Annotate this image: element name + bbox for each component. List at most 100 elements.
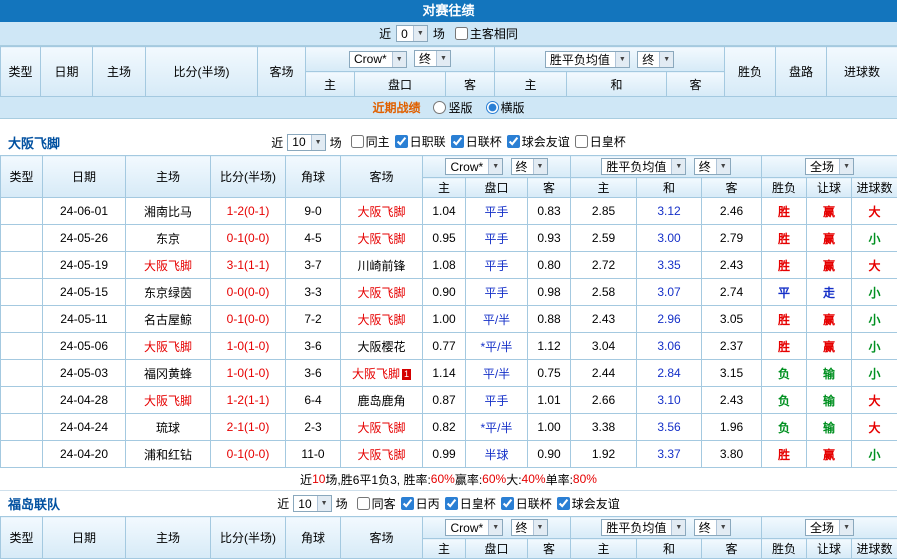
handicap-away-odds-cell: 0.90 [528, 441, 571, 468]
competition-checkbox[interactable] [575, 135, 588, 148]
odds-provider-select[interactable]: Crow*▼ [445, 158, 503, 175]
table-row: 日职联24-05-03福冈黄蜂1-0(1-0)3-6大阪飞脚11.14平/半0.… [1, 360, 897, 387]
result-cell: 负 [762, 360, 807, 387]
match-scope-select[interactable]: 全场▼ [805, 158, 854, 175]
draw-odds-cell: 2.96 [637, 306, 702, 333]
competition-filter-option[interactable]: 同主 [351, 133, 390, 150]
handicap-result-cell: 赢 [807, 198, 852, 225]
col-ah-away: 客 [528, 539, 571, 559]
win-odds-cell: 2.58 [571, 279, 637, 306]
final-odds-select[interactable]: 终▼ [637, 51, 674, 68]
result-cell: 平 [762, 279, 807, 306]
near-label: 近 [379, 25, 391, 42]
col-away: 客场 [341, 156, 423, 198]
goals-result-cell: 小 [852, 225, 897, 252]
competition-checkbox[interactable] [557, 497, 570, 510]
competition-filter-option[interactable]: 球会友谊 [507, 133, 570, 150]
competition-checkbox[interactable] [507, 135, 520, 148]
wdl-average-select[interactable]: 胜平负均值▼ [601, 519, 686, 536]
odds-provider-select[interactable]: Crow*▼ [349, 51, 407, 68]
handicap-line-cell: 平手 [466, 387, 528, 414]
scope-group-header: 全场▼ [762, 517, 897, 539]
goals-result-cell: 小 [852, 360, 897, 387]
euro-odds-group-header: 胜平负均值▼ 终▼ [571, 517, 762, 539]
fukushima-recent-table: 类型 日期 主场 比分(半场) 角球 客场 Crow*▼ 终▼ 胜平负均值▼ 终… [0, 516, 897, 559]
handicap-home-odds-cell: 0.77 [423, 333, 466, 360]
wdl-average-select[interactable]: 胜平负均值▼ [545, 51, 630, 68]
col-away: 客场 [341, 517, 423, 559]
handicap-result-cell: 输 [807, 414, 852, 441]
final-odds-select[interactable]: 终▼ [511, 519, 548, 536]
col-eu-away: 客 [702, 539, 762, 559]
date-cell: 24-04-28 [43, 387, 126, 414]
league-cell: 日职联 [1, 441, 43, 468]
handicap-line-cell: 平手 [466, 279, 528, 306]
col-eu-draw: 和 [567, 72, 667, 97]
handicap-home-odds-cell: 1.14 [423, 360, 466, 387]
competition-filter-option[interactable]: 日皇杯 [445, 495, 496, 512]
home-team-cell: 福冈黄蜂 [126, 360, 211, 387]
col-eu-draw: 和 [637, 539, 702, 559]
vertical-layout-radio[interactable] [433, 101, 446, 114]
wdl-average-select[interactable]: 胜平负均值▼ [601, 158, 686, 175]
match-scope-select[interactable]: 全场▼ [805, 519, 854, 536]
chevron-down-icon: ▼ [413, 26, 427, 41]
handicap-line-cell: 平手 [466, 252, 528, 279]
recent-count-select[interactable]: 10▼ [293, 495, 331, 512]
competition-checkbox[interactable] [445, 497, 458, 510]
col-date: 日期 [41, 47, 93, 97]
col-home: 主场 [93, 47, 146, 97]
col-goals: 进球数 [827, 47, 897, 97]
home-team-cell: 东京 [126, 225, 211, 252]
chevron-down-icon: ▼ [488, 520, 502, 535]
home-team-cell: 琉球 [126, 414, 211, 441]
result-cell: 胜 [762, 306, 807, 333]
competition-filter-option[interactable]: 日丙 [401, 495, 440, 512]
competition-checkbox[interactable] [351, 135, 364, 148]
recent-count-select[interactable]: 10▼ [287, 134, 325, 151]
horizontal-layout-radio[interactable] [486, 101, 499, 114]
final-odds-select[interactable]: 终▼ [511, 158, 548, 175]
date-cell: 24-06-01 [43, 198, 126, 225]
date-cell: 24-05-19 [43, 252, 126, 279]
same-venue-checkbox[interactable] [455, 27, 468, 40]
result-cell: 胜 [762, 333, 807, 360]
league-cell: 日职联 [1, 252, 43, 279]
draw-odds-cell: 3.37 [637, 441, 702, 468]
handicap-away-odds-cell: 0.98 [528, 279, 571, 306]
competition-filter-option[interactable]: 日联杯 [501, 495, 552, 512]
table-row: 日联杯24-04-24琉球2-1(1-0)2-3大阪飞脚0.82*平/半1.00… [1, 414, 897, 441]
competition-checkbox[interactable] [501, 497, 514, 510]
score-cell: 3-1(1-1) [211, 252, 286, 279]
away-team-cell: 大阪飞脚 [341, 414, 423, 441]
final-odds-select[interactable]: 终▼ [694, 519, 731, 536]
handicap-group-header: Crow*▼ 终▼ [306, 47, 495, 72]
team-name: 大阪飞脚 [8, 133, 60, 152]
date-cell: 24-04-24 [43, 414, 126, 441]
goals-result-cell: 大 [852, 387, 897, 414]
final-odds-select[interactable]: 终▼ [414, 50, 451, 67]
competition-filter-option[interactable]: 日联杯 [451, 133, 502, 150]
away-team-cell: 大阪飞脚 [341, 306, 423, 333]
same-venue-option[interactable]: 主客相同 [455, 25, 518, 42]
odds-provider-select[interactable]: Crow*▼ [445, 519, 503, 536]
competition-filter-option[interactable]: 球会友谊 [557, 495, 620, 512]
corners-cell: 11-0 [286, 441, 341, 468]
score-cell: 0-1(0-0) [211, 441, 286, 468]
competition-filter-option[interactable]: 日皇杯 [575, 133, 626, 150]
lose-odds-cell: 3.15 [702, 360, 762, 387]
competition-checkbox[interactable] [357, 497, 370, 510]
h2h-count-select[interactable]: 0▼ [396, 25, 428, 42]
competition-checkbox[interactable] [451, 135, 464, 148]
final-odds-select[interactable]: 终▼ [694, 158, 731, 175]
away-team-cell: 鹿岛鹿角 [341, 387, 423, 414]
competition-filter-option[interactable]: 日职联 [395, 133, 446, 150]
col-ah-home: 主 [306, 72, 355, 97]
vertical-layout-option[interactable]: 竖版 [433, 99, 472, 116]
col-ah-home: 主 [423, 178, 466, 198]
col-ah-line: 盘口 [466, 539, 528, 559]
competition-checkbox[interactable] [401, 497, 414, 510]
horizontal-layout-option[interactable]: 横版 [486, 99, 525, 116]
competition-filter-option[interactable]: 同客 [357, 495, 396, 512]
competition-checkbox[interactable] [395, 135, 408, 148]
